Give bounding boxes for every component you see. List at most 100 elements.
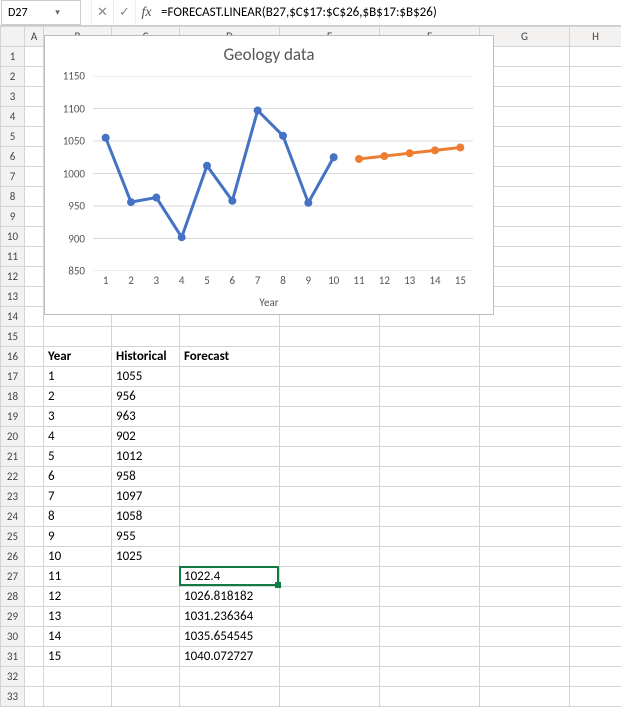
- cell[interactable]: 11: [44, 567, 112, 587]
- cell[interactable]: 963: [112, 407, 180, 427]
- row-header[interactable]: 3: [1, 87, 25, 107]
- cell[interactable]: [480, 627, 570, 647]
- cell[interactable]: [25, 627, 44, 647]
- cell[interactable]: [112, 587, 180, 607]
- cell[interactable]: [380, 467, 480, 487]
- cell[interactable]: 3: [44, 407, 112, 427]
- cell[interactable]: 1012: [112, 447, 180, 467]
- cell[interactable]: 1031.236364: [180, 607, 280, 627]
- cell[interactable]: [570, 87, 621, 107]
- row-header[interactable]: 14: [1, 307, 25, 327]
- cell[interactable]: [25, 227, 44, 247]
- cell[interactable]: [25, 387, 44, 407]
- row-header[interactable]: 10: [1, 227, 25, 247]
- cell[interactable]: [25, 67, 44, 87]
- cell[interactable]: [380, 527, 480, 547]
- cell[interactable]: [112, 687, 180, 707]
- cell[interactable]: [25, 527, 44, 547]
- cell[interactable]: 1026.818182: [180, 587, 280, 607]
- name-box[interactable]: D27 ▾: [1, 0, 81, 25]
- cell[interactable]: [25, 147, 44, 167]
- cell[interactable]: [480, 527, 570, 547]
- col-header-H[interactable]: H: [570, 27, 621, 47]
- cell[interactable]: [480, 467, 570, 487]
- cell[interactable]: [180, 487, 280, 507]
- row-header[interactable]: 6: [1, 147, 25, 167]
- cell[interactable]: 1: [44, 367, 112, 387]
- cell[interactable]: 5: [44, 447, 112, 467]
- cell[interactable]: [280, 427, 380, 447]
- row-header[interactable]: 16: [1, 347, 25, 367]
- cell[interactable]: [570, 167, 621, 187]
- cell[interactable]: [480, 427, 570, 447]
- cell[interactable]: [25, 567, 44, 587]
- cell[interactable]: [480, 447, 570, 467]
- cell[interactable]: [280, 687, 380, 707]
- cell[interactable]: [570, 587, 621, 607]
- row-header[interactable]: 31: [1, 647, 25, 667]
- cell[interactable]: 1035.654545: [180, 627, 280, 647]
- cell[interactable]: [25, 507, 44, 527]
- cell[interactable]: 902: [112, 427, 180, 447]
- cell[interactable]: [25, 127, 44, 147]
- cell[interactable]: [25, 407, 44, 427]
- cell[interactable]: [380, 427, 480, 447]
- cell[interactable]: [25, 307, 44, 327]
- cell[interactable]: [380, 647, 480, 667]
- cell[interactable]: [25, 207, 44, 227]
- cell[interactable]: 2: [44, 387, 112, 407]
- cell[interactable]: [280, 647, 380, 667]
- row-header[interactable]: 18: [1, 387, 25, 407]
- cell[interactable]: [570, 507, 621, 527]
- cell[interactable]: 12: [44, 587, 112, 607]
- cell[interactable]: [25, 607, 44, 627]
- cell[interactable]: [570, 487, 621, 507]
- cell[interactable]: [180, 547, 280, 567]
- row-header[interactable]: 7: [1, 167, 25, 187]
- cell[interactable]: Forecast: [180, 347, 280, 367]
- cell[interactable]: [570, 67, 621, 87]
- cell[interactable]: [570, 347, 621, 367]
- cell[interactable]: [570, 407, 621, 427]
- cell[interactable]: [280, 507, 380, 527]
- cancel-icon[interactable]: ✕: [91, 0, 113, 25]
- cell[interactable]: [280, 667, 380, 687]
- row-header[interactable]: 13: [1, 287, 25, 307]
- cell[interactable]: [480, 347, 570, 367]
- row-header[interactable]: 26: [1, 547, 25, 567]
- row-header[interactable]: 19: [1, 407, 25, 427]
- row-header[interactable]: 11: [1, 247, 25, 267]
- cell[interactable]: [25, 287, 44, 307]
- row-header[interactable]: 33: [1, 687, 25, 707]
- cell[interactable]: [112, 567, 180, 587]
- cell[interactable]: [570, 567, 621, 587]
- cell[interactable]: [570, 227, 621, 247]
- cell[interactable]: [570, 247, 621, 267]
- cell[interactable]: [480, 327, 570, 347]
- cell[interactable]: [25, 87, 44, 107]
- cell[interactable]: [180, 407, 280, 427]
- cell[interactable]: Year: [44, 347, 112, 367]
- row-header[interactable]: 24: [1, 507, 25, 527]
- row-header[interactable]: 22: [1, 467, 25, 487]
- cell[interactable]: [25, 347, 44, 367]
- cell[interactable]: [180, 387, 280, 407]
- cell[interactable]: [570, 207, 621, 227]
- cell[interactable]: [570, 627, 621, 647]
- cell[interactable]: 955: [112, 527, 180, 547]
- cell[interactable]: Historical: [112, 347, 180, 367]
- cell[interactable]: [570, 367, 621, 387]
- cell[interactable]: [25, 327, 44, 347]
- cell[interactable]: [570, 547, 621, 567]
- row-header[interactable]: 5: [1, 127, 25, 147]
- cell[interactable]: [25, 167, 44, 187]
- cell[interactable]: [570, 667, 621, 687]
- col-header-A[interactable]: A: [25, 27, 44, 47]
- select-all-corner[interactable]: [1, 27, 25, 47]
- cell[interactable]: [380, 347, 480, 367]
- row-header[interactable]: 1: [1, 47, 25, 67]
- cell[interactable]: [25, 47, 44, 67]
- cell[interactable]: [180, 327, 280, 347]
- cell[interactable]: 9: [44, 527, 112, 547]
- row-header[interactable]: 21: [1, 447, 25, 467]
